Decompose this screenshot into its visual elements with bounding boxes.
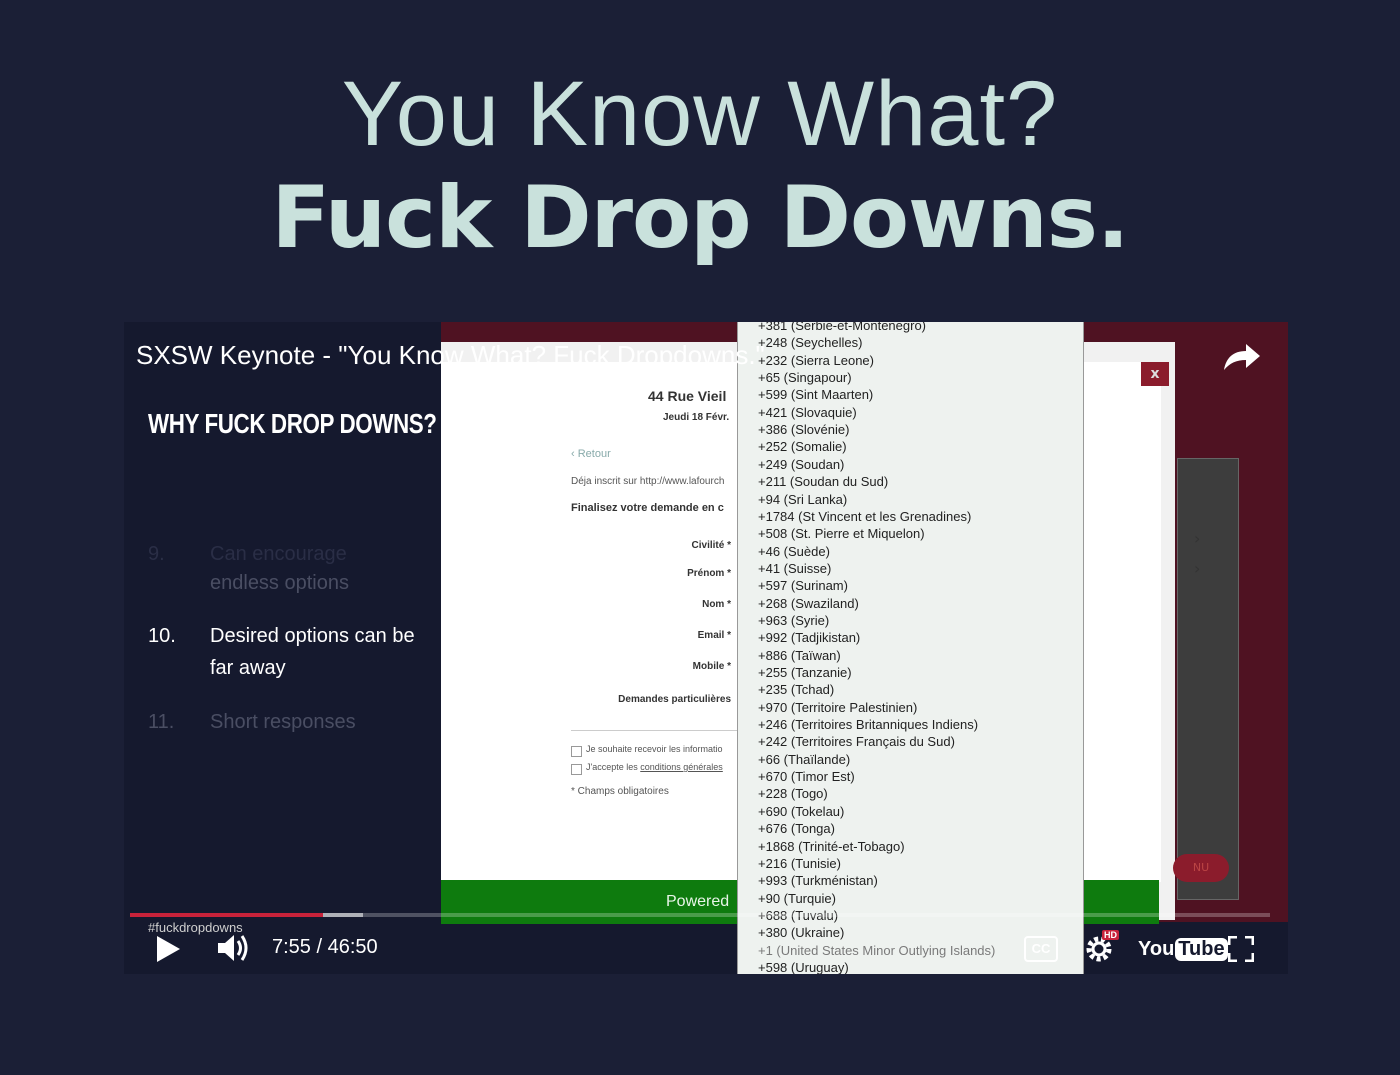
- form-finalize: Finalisez votre demande en c: [571, 502, 724, 514]
- dropdown-option[interactable]: +599 (Sint Maarten): [758, 387, 873, 402]
- label-civilite: Civilité *: [691, 540, 731, 551]
- hd-badge: HD: [1102, 930, 1119, 940]
- dropdown-option[interactable]: +993 (Turkménistan): [758, 873, 878, 888]
- dropdown-option[interactable]: +235 (Tchad): [758, 682, 834, 697]
- dropdown-option[interactable]: +66 (Thaïlande): [758, 752, 850, 767]
- form-date: Jeudi 18 Févr.: [663, 412, 730, 423]
- terms-checkbox[interactable]: [571, 764, 582, 775]
- dropdown-option[interactable]: +992 (Tadjikistan): [758, 630, 860, 645]
- newsletter-label: Je souhaite recevoir les informatio: [586, 744, 723, 754]
- list-item-number: 10.: [148, 625, 176, 647]
- menu-button[interactable]: NU: [1173, 854, 1229, 882]
- list-item-number: 11.: [148, 711, 175, 733]
- dropdown-option[interactable]: +90 (Turquie): [758, 891, 836, 906]
- dropdown-option[interactable]: +246 (Territoires Britanniques Indiens): [758, 717, 978, 732]
- dropdown-option[interactable]: +1 (United States Minor Outlying Islands…: [758, 943, 995, 958]
- time-display: 7:55 / 46:50: [272, 936, 378, 958]
- dropdown-option[interactable]: +41 (Suisse): [758, 561, 831, 576]
- side-panel: › ›: [1177, 458, 1239, 900]
- dropdown-option[interactable]: +598 (Uruguay): [758, 960, 849, 974]
- dropdown-option[interactable]: +255 (Tanzanie): [758, 665, 852, 680]
- back-link-label: Retour: [577, 448, 611, 460]
- video-title[interactable]: SXSW Keynote - "You Know What? Fuck Drop…: [136, 340, 765, 371]
- country-code-dropdown[interactable]: +381 (Serbie-et-Montenegro) +248 (Seychel…: [737, 322, 1084, 974]
- list-item-text: Short responses: [210, 711, 356, 733]
- required-note: * Champs obligatoires: [571, 786, 669, 797]
- dropdown-option[interactable]: +380 (Ukraine): [758, 925, 844, 940]
- headline: You Know What? Fuck Drop Downs.: [0, 62, 1400, 270]
- terms-link[interactable]: conditions générales: [640, 762, 723, 772]
- dropdown-option[interactable]: +211 (Soudan du Sud): [758, 474, 888, 489]
- volume-icon[interactable]: [216, 932, 252, 964]
- terms-label: J'accepte les conditions générales: [586, 762, 723, 772]
- youtube-logo-tube: Tube: [1175, 937, 1228, 961]
- dropdown-option[interactable]: +963 (Syrie): [758, 613, 829, 628]
- dropdown-option[interactable]: +421 (Slovaquie): [758, 405, 857, 420]
- label-email: Email *: [697, 630, 731, 641]
- list-item-text: Can encourage: [210, 543, 347, 565]
- form-divider: [571, 730, 751, 731]
- dropdown-option[interactable]: +386 (Slovénie): [758, 422, 849, 437]
- newsletter-checkbox[interactable]: [571, 746, 582, 757]
- dropdown-option[interactable]: +252 (Somalie): [758, 439, 847, 454]
- label-mobile: Mobile *: [692, 661, 731, 672]
- dropdown-option[interactable]: +249 (Soudan): [758, 457, 844, 472]
- dropdown-option[interactable]: +216 (Tunisie): [758, 856, 841, 871]
- dropdown-option[interactable]: +508 (St. Pierre et Miquelon): [758, 526, 925, 541]
- dropdown-option[interactable]: +690 (Tokelau): [758, 804, 844, 819]
- headline-line1: You Know What?: [341, 63, 1059, 165]
- form-registered: Déja inscrit sur http://www.lafourch: [571, 476, 725, 487]
- dropdown-option[interactable]: +268 (Swaziland): [758, 596, 859, 611]
- dropdown-option[interactable]: +232 (Sierra Leone): [758, 353, 874, 368]
- dropdown-option[interactable]: +670 (Timor Est): [758, 769, 855, 784]
- list-item-number: 9.: [148, 543, 165, 565]
- list-item-text: Desired options can be far away: [210, 625, 415, 679]
- dropdown-option[interactable]: +676 (Tonga): [758, 821, 835, 836]
- back-link[interactable]: ‹ Retour: [571, 448, 611, 460]
- label-nom: Nom *: [702, 599, 731, 610]
- dropdown-option[interactable]: +381 (Serbie-et-Montenegro): [758, 322, 926, 333]
- dropdown-option[interactable]: +94 (Sri Lanka): [758, 492, 847, 507]
- fullscreen-icon[interactable]: [1228, 936, 1254, 962]
- settings-button[interactable]: HD: [1084, 930, 1124, 964]
- dropdown-option[interactable]: +46 (Suède): [758, 544, 830, 559]
- progress-bar[interactable]: [130, 913, 1270, 917]
- dropdown-option[interactable]: +242 (Territoires Français du Sud): [758, 734, 955, 749]
- youtube-logo[interactable]: You Tube: [1138, 934, 1228, 964]
- play-icon[interactable]: [154, 934, 182, 964]
- chevron-right-icon[interactable]: ›: [1194, 529, 1200, 548]
- headline-line2: Fuck Drop Downs.: [271, 168, 1129, 268]
- form-address: 44 Rue Vieil: [648, 388, 727, 404]
- played-bar: [130, 913, 323, 917]
- list-item-text: endless options: [210, 572, 349, 594]
- dropdown-option[interactable]: +970 (Territoire Palestinien): [758, 700, 917, 715]
- slide-title: WHY FUCK DROP DOWNS?: [148, 408, 437, 439]
- dropdown-option[interactable]: +597 (Surinam): [758, 578, 848, 593]
- captions-button[interactable]: CC: [1024, 936, 1058, 962]
- dropdown-option[interactable]: +1868 (Trinité-et-Tobago): [758, 839, 905, 854]
- share-icon[interactable]: [1222, 340, 1262, 372]
- chevron-right-icon[interactable]: ›: [1194, 559, 1200, 578]
- dropdown-option[interactable]: +248 (Seychelles): [758, 335, 862, 350]
- dropdown-option[interactable]: +886 (Taïwan): [758, 648, 841, 663]
- terms-prefix: J'accepte les: [586, 762, 641, 772]
- dropdown-option[interactable]: +228 (Togo): [758, 786, 828, 801]
- label-demandes: Demandes particulières: [618, 694, 731, 705]
- dropdown-option[interactable]: +1784 (St Vincent et les Grenadines): [758, 509, 971, 524]
- dropdown-option[interactable]: +65 (Singapour): [758, 370, 852, 385]
- label-prenom: Prénom *: [687, 568, 731, 579]
- close-icon[interactable]: x: [1141, 362, 1169, 386]
- video-player[interactable]: WHY FUCK DROP DOWNS? 9. Can encourage en…: [124, 322, 1288, 974]
- youtube-logo-you: You: [1138, 937, 1175, 960]
